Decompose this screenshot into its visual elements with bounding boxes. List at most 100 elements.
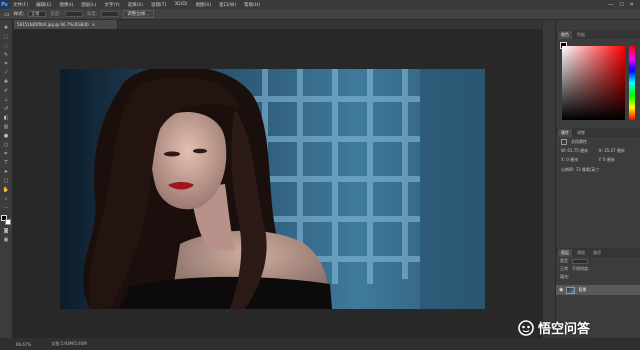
- brush-tool-icon[interactable]: ✐: [2, 87, 11, 94]
- properties-panel: 属性 调整 文档属性 W: 61.75 厘米 H: 35.27 厘米 X: 0 …: [556, 128, 640, 238]
- minimize-icon[interactable]: —: [608, 2, 613, 8]
- height-field[interactable]: [101, 11, 120, 17]
- zoom-level[interactable]: 66.67%: [16, 342, 31, 347]
- tab-layers[interactable]: 图层: [558, 248, 572, 257]
- watermark-text: 悟空问答: [538, 322, 591, 337]
- properties-title: 文档属性: [571, 138, 587, 144]
- watermark: 悟空问答: [518, 318, 590, 337]
- color-swatches[interactable]: [1, 215, 11, 225]
- document-tab-bar: 58151b85f0b0.jpg @ 66.7%(RGB/8) ×: [14, 20, 542, 29]
- prop-width: W: 61.75 厘米: [561, 148, 589, 153]
- layer-fill-row: 填充:: [556, 273, 640, 281]
- menu-filter[interactable]: 滤镜(T): [147, 2, 170, 8]
- prop-resolution: 分辨率: 72 像素/英寸: [561, 166, 600, 172]
- properties-resolution: 分辨率: 72 像素/英寸: [556, 165, 640, 174]
- pen-tool-icon[interactable]: ✒: [2, 150, 11, 157]
- eraser-tool-icon[interactable]: ◧: [2, 114, 11, 121]
- healing-tool-icon[interactable]: ✚: [2, 78, 11, 85]
- options-bar: ▭ 样式: 正常 宽度: 高度: 调整边缘...: [0, 9, 640, 20]
- marquee-tool-icon[interactable]: ⬚: [2, 33, 11, 40]
- layer-thumbnail: [566, 286, 576, 294]
- status-bar: 66.67% 文档:5.93M/5.93M: [0, 338, 640, 350]
- tab-swatches[interactable]: 色板: [574, 31, 588, 39]
- gradient-tool-icon[interactable]: ▥: [2, 123, 11, 130]
- quick-mask-icon[interactable]: ◙: [2, 227, 11, 234]
- prop-x: X: 0 厘米: [561, 157, 579, 162]
- marquee-tool-icon[interactable]: ▭: [4, 11, 10, 18]
- background-color[interactable]: [5, 219, 11, 225]
- path-select-tool-icon[interactable]: ➤: [2, 168, 11, 175]
- opacity-label: 不透明度:: [572, 266, 590, 271]
- zoom-tool-icon[interactable]: ⌕: [2, 195, 11, 202]
- screen-mode-icon[interactable]: ▣: [2, 236, 11, 243]
- type-tool-icon[interactable]: T: [2, 159, 11, 166]
- menu-help[interactable]: 帮助(H): [240, 2, 264, 8]
- document-image: [60, 69, 485, 309]
- close-icon[interactable]: ✕: [630, 2, 634, 8]
- tab-properties[interactable]: 属性: [558, 128, 572, 137]
- menu-file[interactable]: 文件(F): [9, 2, 32, 8]
- color-picker-field[interactable]: [562, 46, 625, 120]
- layer-kind-select[interactable]: [572, 258, 588, 264]
- refine-edge-button[interactable]: 调整边缘...: [123, 10, 154, 18]
- close-tab-icon[interactable]: ×: [92, 22, 95, 27]
- properties-values: W: 61.75 厘米 H: 35.27 厘米 X: 0 厘米 Y: 0 厘米: [556, 146, 640, 165]
- shape-tool-icon[interactable]: ▢: [2, 177, 11, 184]
- stamp-tool-icon[interactable]: ⊥: [2, 96, 11, 103]
- history-brush-icon[interactable]: ↺: [2, 105, 11, 112]
- blend-mode-select[interactable]: 正常: [560, 266, 568, 272]
- menu-layer[interactable]: 图层(L): [77, 2, 100, 8]
- layer-kind-label: 类型: [560, 258, 568, 263]
- lasso-tool-icon[interactable]: ◌: [2, 42, 11, 49]
- tools-panel: ✥ ⬚ ◌ ✎ ⌗ ⁄ ✚ ✐ ⊥ ↺ ◧ ▥ ● ○ ✒ T ➤ ▢ ✋ ⌕ …: [0, 20, 13, 338]
- eyedropper-tool-icon[interactable]: ⁄: [2, 69, 11, 76]
- maximize-icon[interactable]: ☐: [619, 2, 623, 8]
- properties-header: 文档属性: [556, 137, 640, 146]
- photoshop-logo: Ps: [0, 0, 9, 9]
- prop-y: Y: 0 厘米: [598, 157, 615, 162]
- canvas-area[interactable]: [14, 29, 542, 338]
- layer-mode-row: 正常 不透明度:: [556, 265, 640, 273]
- menu-view[interactable]: 视图(V): [192, 2, 216, 8]
- style-select[interactable]: 正常: [28, 11, 47, 17]
- wukong-logo-icon: [518, 319, 534, 336]
- window-controls: — ☐ ✕: [608, 2, 640, 8]
- quick-select-tool-icon[interactable]: ✎: [2, 51, 11, 58]
- menu-bar: Ps 文件(F) 编辑(E) 图像(I) 图层(L) 文字(Y) 选择(S) 滤…: [0, 0, 640, 9]
- document-icon: [561, 138, 567, 145]
- menu-3d[interactable]: 3D(D): [170, 2, 191, 7]
- dodge-tool-icon[interactable]: ○: [2, 141, 11, 148]
- tab-channels[interactable]: 通道: [574, 249, 588, 257]
- width-label: 宽度:: [50, 12, 61, 17]
- hand-tool-icon[interactable]: ✋: [2, 186, 11, 193]
- document-size: 文档:5.93M/5.93M: [51, 341, 87, 346]
- more-tools-icon[interactable]: ⋯: [2, 204, 11, 211]
- menu-select[interactable]: 选择(S): [124, 2, 147, 8]
- color-panel-tabs: 颜色 色板: [556, 30, 640, 39]
- fill-label: 填充:: [560, 274, 570, 279]
- tab-adjustments[interactable]: 调整: [574, 129, 588, 137]
- move-tool-icon[interactable]: ✥: [2, 24, 11, 31]
- panel-dock-strip: [542, 20, 555, 338]
- width-field[interactable]: [64, 11, 83, 17]
- tab-paths[interactable]: 路径: [590, 249, 604, 257]
- right-panels: 颜色 色板 属性 调整 文档属性 W: 61.75 厘米 H: 35.27 厘米…: [555, 20, 640, 338]
- hue-slider[interactable]: [629, 46, 635, 120]
- tab-color[interactable]: 颜色: [558, 30, 572, 39]
- menu-image[interactable]: 图像(I): [55, 2, 77, 8]
- crop-tool-icon[interactable]: ⌗: [2, 60, 11, 67]
- color-panel: 颜色 色板: [556, 30, 640, 122]
- menu-type[interactable]: 文字(Y): [100, 2, 123, 8]
- menu-edit[interactable]: 编辑(E): [32, 2, 55, 8]
- layer-name: 背景: [578, 287, 587, 292]
- visibility-eye-icon[interactable]: ◉: [559, 287, 563, 293]
- style-label: 样式:: [13, 12, 25, 17]
- prop-height: H: 35.27 厘米: [598, 148, 625, 153]
- height-label: 高度:: [86, 12, 98, 17]
- document-tab[interactable]: 58151b85f0b0.jpg @ 66.7%(RGB/8) ×: [14, 20, 118, 29]
- menu-window[interactable]: 窗口(W): [215, 2, 240, 8]
- portrait-photo: [60, 69, 485, 309]
- layer-row-background[interactable]: ◉ 背景: [556, 285, 640, 295]
- blur-tool-icon[interactable]: ●: [2, 132, 11, 139]
- document-title: 58151b85f0b0.jpg @ 66.7%(RGB/8): [17, 22, 89, 27]
